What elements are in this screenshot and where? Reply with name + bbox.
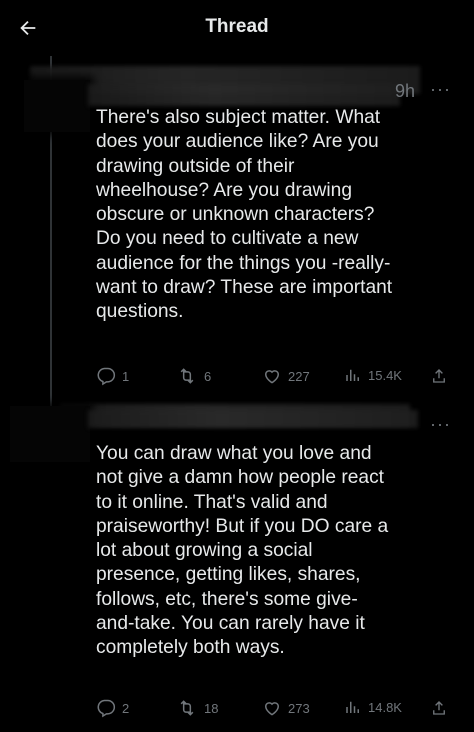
views-button[interactable]: 15.4K [344, 366, 402, 384]
like-count: 273 [288, 700, 310, 716]
tweet-text-line: follows, etc, there's some give- [96, 588, 358, 610]
heart-icon [264, 370, 280, 384]
redacted-avatar [10, 406, 90, 462]
repost-count: 18 [204, 700, 219, 716]
top-bar: Thread [0, 0, 474, 56]
tweet-text-line: You can draw what you love and [96, 443, 372, 464]
tweet-text-line: obscure or unknown characters? [96, 204, 375, 226]
reply-button[interactable]: 1 [96, 366, 129, 386]
share-button[interactable] [430, 698, 448, 718]
tweet[interactable]: ··· You can draw what you love and not g… [0, 396, 474, 732]
more-options-icon[interactable]: ··· [430, 414, 451, 435]
like-button[interactable]: 227 [262, 366, 310, 386]
view-count: 15.4K [368, 367, 402, 383]
repost-icon [180, 700, 194, 716]
tweet-actions: 2 18 273 14.8K [96, 698, 456, 722]
tweet-text-line: drawing outside of their [96, 155, 295, 177]
share-icon [433, 701, 445, 715]
tweet-text-line: questions. [96, 301, 184, 323]
share-button[interactable] [430, 366, 448, 386]
heart-icon [264, 702, 280, 716]
tweet-text: You can draw what you love and not give … [96, 442, 446, 661]
tweet-text-line: lot about growing a social [96, 540, 313, 562]
reply-icon [97, 699, 116, 718]
tweet-text-line: There's also subject matter. What [96, 107, 381, 128]
like-button[interactable]: 273 [262, 698, 310, 718]
repost-button[interactable]: 18 [176, 698, 218, 718]
tweet-text-line: not give a damn how people react [96, 467, 384, 489]
tweet-text-line: presence, getting likes, shares, [96, 564, 361, 586]
tweet-text-line: does your audience like? Are you [96, 131, 379, 153]
repost-count: 6 [204, 368, 212, 384]
tweet-text-line: audience for the things you -really- [96, 252, 391, 274]
reply-icon [97, 367, 116, 386]
tweet-actions: 1 6 227 15.4K [96, 366, 456, 390]
reply-button[interactable]: 2 [96, 698, 129, 718]
tweet-text-line: and-take. You can rarely have it [96, 613, 365, 635]
tweet-text-line: completely both ways. [96, 637, 285, 659]
tweet[interactable]: 9h ··· There's also subject matter. What… [0, 56, 474, 396]
tweet-text-line: to it online. That's valid and [96, 491, 328, 513]
redacted-author-name [88, 410, 418, 428]
reply-count: 2 [122, 700, 130, 716]
share-icon [433, 369, 445, 383]
tweet-timestamp: 9h [395, 81, 416, 101]
tweet-text-line: want to draw? These are important [96, 277, 393, 299]
views-button[interactable]: 14.8K [344, 698, 402, 716]
redacted-avatar [24, 80, 90, 132]
repost-icon [180, 368, 194, 384]
views-chart-icon [346, 701, 359, 713]
views-chart-icon [346, 369, 359, 381]
tweet-text-line: wheelhouse? Are you drawing [96, 179, 353, 201]
redacted-author-name [88, 84, 400, 106]
like-count: 227 [288, 368, 310, 384]
more-options-icon[interactable]: ··· [430, 79, 451, 100]
tweet-text-line: praiseworthy! But if you DO care a [96, 515, 389, 537]
reply-count: 1 [122, 368, 130, 384]
page-title: Thread [205, 16, 269, 37]
view-count: 14.8K [368, 699, 402, 715]
tweet-text-line: Do you need to cultivate a new [96, 228, 359, 250]
repost-button[interactable]: 6 [176, 366, 211, 386]
tweet-text: There's also subject matter. What does y… [96, 106, 446, 325]
